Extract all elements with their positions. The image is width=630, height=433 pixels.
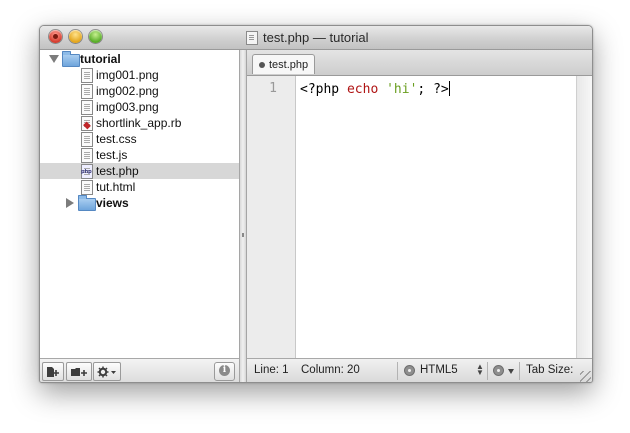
tree-item-file[interactable]: img001.png bbox=[40, 67, 239, 83]
info-icon: i bbox=[219, 365, 230, 376]
file-icon bbox=[81, 180, 93, 195]
php-file-icon bbox=[81, 164, 93, 179]
file-icon bbox=[81, 100, 93, 115]
folder-icon bbox=[62, 51, 80, 67]
tree-item-views[interactable]: views bbox=[40, 195, 239, 211]
disclosure-triangle-expanded-icon[interactable] bbox=[49, 55, 59, 63]
tree-item-file[interactable]: tut.html bbox=[40, 179, 239, 195]
gear-icon[interactable] bbox=[493, 365, 504, 376]
text-caret bbox=[448, 81, 450, 96]
status-divider bbox=[519, 362, 520, 380]
new-folder-button[interactable] bbox=[66, 362, 92, 381]
tree-item-label: views bbox=[96, 196, 129, 210]
tree-item-file-selected[interactable]: test.php bbox=[40, 163, 239, 179]
status-bar: Line: 1 Column: 20 HTML5 ▲ ▼ Tab Size: bbox=[247, 358, 592, 382]
tree-item-tutorial[interactable]: tutorial bbox=[40, 51, 239, 67]
folder-icon bbox=[78, 195, 96, 211]
language-gear-icon bbox=[404, 365, 415, 376]
sidebar-splitter[interactable] bbox=[239, 50, 247, 382]
tree-item-file[interactable]: test.css bbox=[40, 131, 239, 147]
status-divider bbox=[397, 362, 398, 380]
tree-item-label: img001.png bbox=[96, 68, 159, 82]
tree-item-label: test.css bbox=[96, 132, 137, 146]
language-selector[interactable]: HTML5 bbox=[420, 364, 458, 376]
action-gear-button[interactable] bbox=[93, 362, 121, 381]
code-token-php-open: <?php bbox=[300, 82, 347, 97]
tree-item-label: tut.html bbox=[96, 180, 136, 194]
file-icon bbox=[81, 84, 93, 99]
tree-item-label: img002.png bbox=[96, 84, 159, 98]
tree-item-label: tutorial bbox=[80, 52, 121, 66]
file-browser-sidebar: tutorial img001.png img002.png img003.pn… bbox=[40, 50, 239, 358]
tab-bar: test.php bbox=[247, 50, 592, 76]
file-icon bbox=[81, 132, 93, 147]
tree-item-label: shortlink_app.rb bbox=[96, 116, 182, 130]
new-file-icon bbox=[47, 366, 59, 377]
column-indicator: Column: 20 bbox=[301, 364, 360, 376]
window-title-group: test.php — tutorial bbox=[246, 29, 369, 46]
code-line: <?php echo 'hi'; ?> bbox=[300, 81, 450, 97]
minimize-window-button[interactable] bbox=[69, 30, 82, 43]
tree-item-label: img003.png bbox=[96, 100, 159, 114]
tree-item-file[interactable]: shortlink_app.rb bbox=[40, 115, 239, 131]
tree-item-file[interactable]: test.js bbox=[40, 147, 239, 163]
updown-arrows-icon: ▲ ▼ bbox=[476, 362, 484, 377]
window-title: test.php — tutorial bbox=[263, 30, 369, 45]
ruby-file-icon bbox=[81, 116, 93, 131]
code-token-rest: ; ?> bbox=[417, 82, 449, 97]
file-icon bbox=[81, 68, 93, 83]
splitter-grip-icon bbox=[242, 233, 244, 237]
tab-size-selector[interactable]: Tab Size: bbox=[526, 364, 573, 376]
new-file-button[interactable] bbox=[42, 362, 64, 381]
vertical-scrollbar[interactable] bbox=[576, 76, 592, 358]
info-button[interactable]: i bbox=[214, 362, 235, 381]
code-token-keyword: echo bbox=[346, 82, 379, 97]
code-token-string: 'hi' bbox=[386, 82, 418, 97]
gear-icon bbox=[97, 366, 116, 377]
line-number-gutter: 1 bbox=[247, 76, 296, 358]
code-editor[interactable]: <?php echo 'hi'; ?> bbox=[296, 76, 576, 358]
file-icon bbox=[81, 148, 93, 163]
sidebar-toolbar: i bbox=[40, 358, 239, 382]
tree-item-file[interactable]: img003.png bbox=[40, 99, 239, 115]
resize-grip-icon[interactable] bbox=[580, 371, 591, 382]
chevron-down-icon bbox=[508, 369, 514, 374]
zoom-window-button[interactable] bbox=[89, 30, 102, 43]
line-indicator: Line: 1 bbox=[254, 364, 289, 376]
tree-item-label: test.php bbox=[96, 164, 139, 178]
unsaved-dot-icon bbox=[259, 62, 265, 68]
editor-window: test.php — tutorial tutorial img001.png … bbox=[39, 25, 593, 383]
line-number: 1 bbox=[269, 81, 277, 96]
close-window-button[interactable] bbox=[49, 30, 62, 43]
document-proxy-icon[interactable] bbox=[246, 30, 258, 45]
tab-test-php[interactable]: test.php bbox=[252, 54, 316, 74]
disclosure-triangle-collapsed-icon[interactable] bbox=[66, 198, 74, 208]
title-bar[interactable]: test.php — tutorial bbox=[40, 26, 592, 50]
status-divider bbox=[487, 362, 488, 380]
tree-item-label: test.js bbox=[96, 148, 128, 162]
new-folder-icon bbox=[71, 367, 87, 376]
tab-label: test.php bbox=[269, 58, 309, 71]
tree-item-file[interactable]: img002.png bbox=[40, 83, 239, 99]
